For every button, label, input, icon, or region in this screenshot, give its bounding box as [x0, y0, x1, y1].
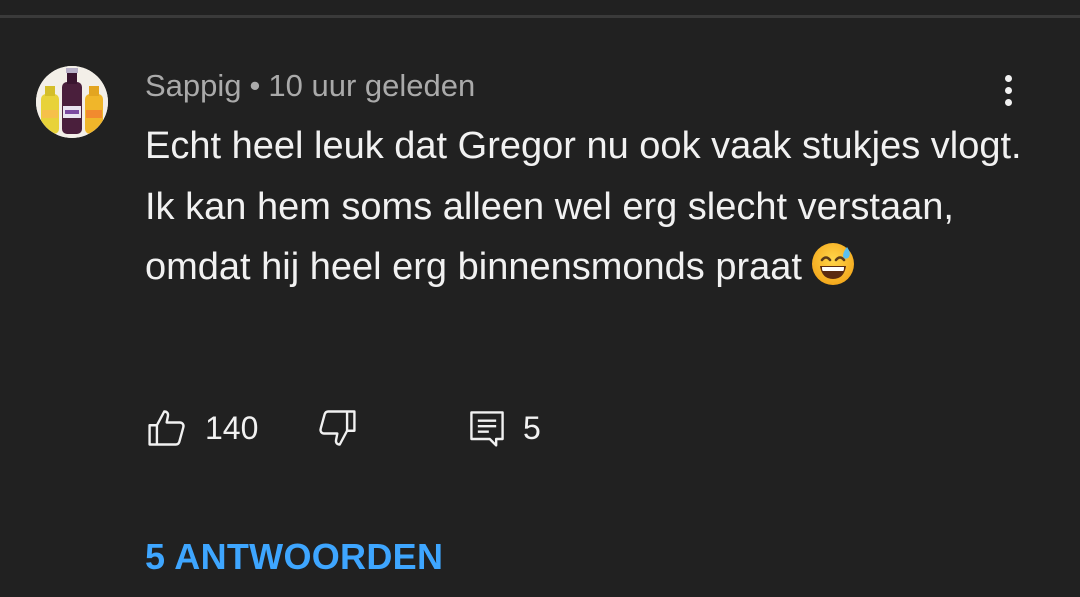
dislike-button[interactable] [315, 400, 359, 456]
thumbs-up-icon [148, 410, 185, 446]
more-vert-icon[interactable] [992, 70, 1024, 110]
like-button[interactable]: 140 [145, 400, 258, 456]
menu-dot [1004, 74, 1012, 82]
meta-separator: • [249, 68, 261, 103]
thumbs-down-icon [319, 410, 356, 446]
comment-meta: Sappig • 10 uur geleden [145, 66, 475, 106]
juice-bottles-image [36, 66, 108, 138]
view-replies-link[interactable]: 5 ANTWOORDEN [145, 533, 443, 581]
comment-screen: Sappig • 10 uur geleden Echt heel leuk dat… [0, 0, 1080, 597]
grinning-face-with-sweat-emoji [810, 241, 856, 287]
menu-dot [1004, 86, 1012, 94]
menu-dot [1004, 98, 1012, 106]
top-divider [0, 15, 1080, 18]
reply-count: 5 [523, 409, 541, 446]
reply-button[interactable]: 5 [465, 400, 541, 456]
comment-body: Echt heel leuk dat Gregor nu ook vaak st… [145, 116, 1025, 298]
avatar[interactable] [36, 66, 108, 138]
comment-icon [470, 411, 504, 447]
comment-text: Echt heel leuk dat Gregor nu ook vaak st… [145, 125, 1022, 288]
comment-timestamp[interactable]: 10 uur geleden [268, 68, 475, 103]
author-name[interactable]: Sappig [145, 68, 242, 103]
like-count: 140 [205, 409, 259, 446]
